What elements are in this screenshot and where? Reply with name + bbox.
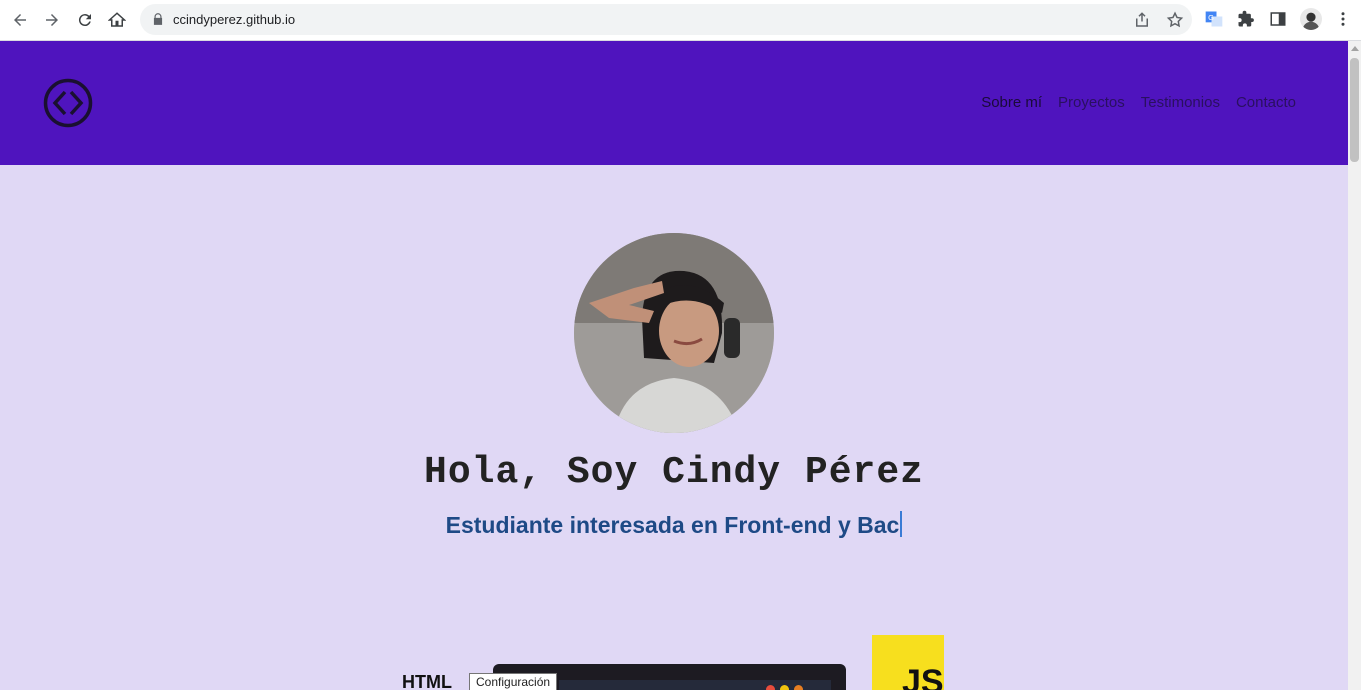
- js-logo-text: JS: [902, 663, 944, 690]
- profile-photo: [574, 233, 774, 433]
- url-text[interactable]: ccindyperez.github.io: [173, 12, 295, 27]
- extensions-icon[interactable]: [1236, 9, 1256, 29]
- forward-icon[interactable]: [40, 8, 64, 32]
- reload-icon[interactable]: [73, 8, 97, 32]
- page-viewport: Sobre mí Proyectos Testimonios Contacto …: [0, 41, 1348, 690]
- site-nav: Sobre mí Proyectos Testimonios Contacto: [981, 94, 1296, 111]
- typing-caret: [900, 511, 903, 537]
- window-dot-orange: [794, 685, 803, 690]
- nav-link-proyectos[interactable]: Proyectos: [1058, 94, 1125, 111]
- share-icon[interactable]: [1133, 11, 1151, 29]
- profile-avatar[interactable]: [1300, 8, 1322, 30]
- browser-toolbar: ccindyperez.github.io G: [0, 0, 1361, 41]
- hero-title: Hola, Soy Cindy Pérez: [424, 451, 924, 494]
- tooltip: Configuración: [469, 673, 558, 690]
- hero-subtitle: Estudiante interesada en Front-end y Bac: [0, 511, 1348, 539]
- nav-link-sobre-mi[interactable]: Sobre mí: [981, 94, 1042, 111]
- js-logo: JS: [872, 635, 944, 690]
- home-icon[interactable]: [105, 8, 129, 32]
- vertical-scrollbar[interactable]: [1348, 41, 1361, 690]
- site-header: Sobre mí Proyectos Testimonios Contacto: [0, 41, 1348, 165]
- laptop-screen: [559, 680, 831, 690]
- svg-text:G: G: [1208, 13, 1214, 22]
- address-bar[interactable]: ccindyperez.github.io: [140, 4, 1192, 35]
- star-icon[interactable]: [1166, 11, 1184, 29]
- hero-subtitle-text: Estudiante interesada en Front-end y Bac: [445, 512, 900, 538]
- scroll-up-arrow-icon[interactable]: [1351, 46, 1359, 51]
- scroll-thumb[interactable]: [1350, 58, 1359, 162]
- back-icon[interactable]: [8, 8, 32, 32]
- nav-link-contacto[interactable]: Contacto: [1236, 94, 1296, 111]
- html-skill-label: HTML: [402, 672, 452, 690]
- lock-icon[interactable]: [151, 12, 165, 26]
- translate-icon[interactable]: G: [1204, 9, 1224, 29]
- code-logo-icon[interactable]: [43, 78, 93, 128]
- window-dot-yellow: [780, 685, 789, 690]
- nav-link-testimonios[interactable]: Testimonios: [1141, 94, 1220, 111]
- menu-icon[interactable]: [1333, 9, 1353, 29]
- side-panel-icon[interactable]: [1268, 9, 1288, 29]
- window-dot-red: [766, 685, 775, 690]
